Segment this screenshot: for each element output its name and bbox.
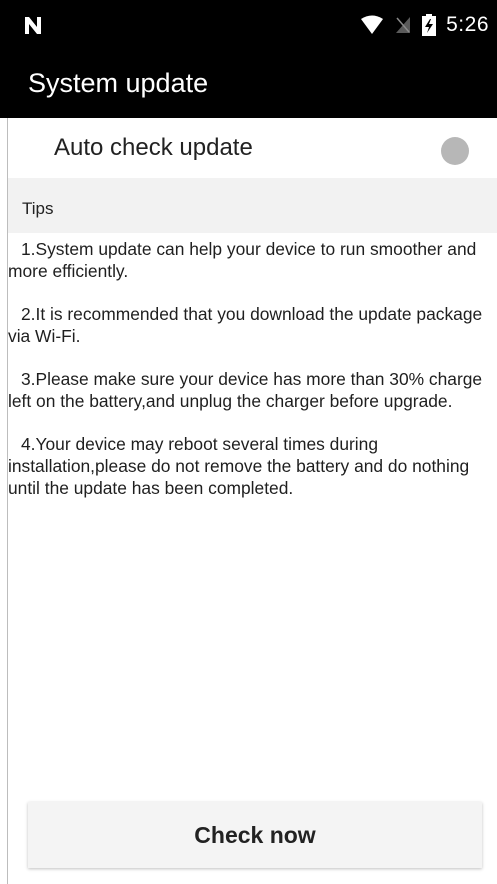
tips-list: 1.System update can help your device to …	[8, 238, 494, 520]
app-bar: System update	[0, 56, 497, 118]
tips-header: Tips	[8, 178, 497, 233]
battery-charging-icon	[422, 14, 437, 36]
auto-check-toggle[interactable]	[441, 137, 469, 165]
tip-item: 2.It is recommended that you download th…	[8, 304, 483, 346]
auto-check-row[interactable]: Auto check update	[8, 118, 497, 178]
status-bar: 5:26	[0, 0, 497, 56]
status-icons: 5:26	[360, 12, 489, 38]
auto-check-label: Auto check update	[54, 134, 253, 161]
no-sim-icon	[396, 17, 411, 33]
system-update-screen: 5:26 System update Auto check update Tip…	[0, 0, 497, 884]
notification-n-icon	[25, 17, 41, 34]
status-time: 5:26	[446, 13, 489, 36]
tip-item: 1.System update can help your device to …	[8, 239, 477, 281]
tips-label: Tips	[22, 199, 54, 218]
tip-item: 4.Your device may reboot several times d…	[8, 434, 470, 498]
tip-item: 3.Please make sure your device has more …	[8, 369, 483, 411]
page-title: System update	[28, 68, 209, 98]
check-now-button[interactable]: Check now	[28, 802, 482, 868]
wifi-icon	[361, 15, 384, 34]
